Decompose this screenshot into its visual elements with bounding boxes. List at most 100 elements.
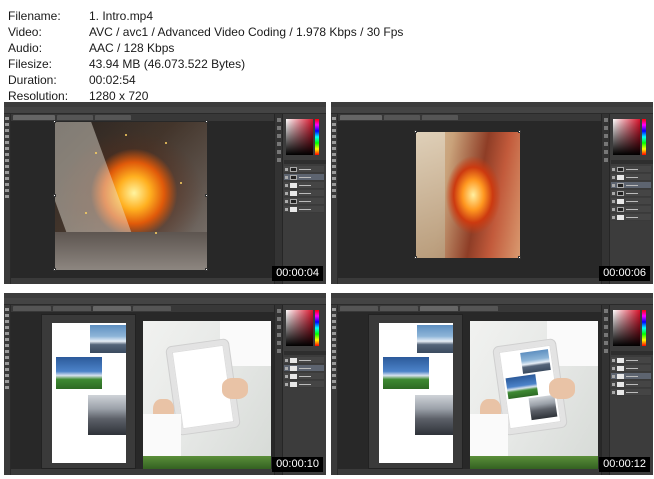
collage-image: [379, 323, 453, 463]
document-tabs: [338, 305, 601, 312]
layer-row[interactable]: [284, 381, 324, 388]
collage-window: [368, 314, 463, 469]
hue-slider[interactable]: [315, 310, 319, 346]
status-bar: [11, 469, 274, 475]
fire-wood-image: [416, 132, 520, 258]
document-tabs: [338, 114, 601, 121]
layer-row[interactable]: [611, 166, 651, 173]
layers-panel-tabs[interactable]: [284, 351, 326, 355]
document-tabs: [11, 305, 274, 312]
layers-panel-tabs[interactable]: [611, 160, 653, 164]
tablet-photo: [470, 321, 598, 471]
video-thumbnail[interactable]: 00:00:10: [4, 293, 326, 475]
hue-slider[interactable]: [642, 310, 646, 346]
tools-panel: [331, 305, 338, 475]
metadata-value: 00:02:54: [89, 73, 136, 87]
timestamp-badge: 00:00:04: [272, 266, 323, 281]
options-bar: [331, 107, 653, 114]
color-picker[interactable]: [286, 119, 313, 155]
layer-row[interactable]: [611, 381, 651, 388]
layer-row[interactable]: [611, 357, 651, 364]
transform-handle[interactable]: [518, 130, 521, 133]
options-bar: [4, 107, 326, 114]
layers-list: [611, 357, 651, 397]
rock-photo: [88, 395, 126, 435]
right-panels: [601, 305, 653, 475]
metadata-row-filename: Filename: 1. Intro.mp4: [8, 8, 403, 24]
video-thumbnail[interactable]: 00:00:12: [331, 293, 653, 475]
layers-list: [284, 166, 324, 214]
status-bar: [11, 278, 274, 284]
layer-row[interactable]: [284, 174, 324, 181]
timestamp-badge: 00:00:10: [272, 457, 323, 472]
tools-panel: [4, 305, 11, 475]
timestamp-badge: 00:00:12: [599, 457, 650, 472]
mountain-photo: [90, 325, 126, 353]
layer-row[interactable]: [611, 373, 651, 380]
layer-row[interactable]: [611, 182, 651, 189]
right-panels: [274, 305, 326, 475]
layer-row[interactable]: [611, 214, 651, 221]
hue-slider[interactable]: [642, 119, 646, 155]
right-panels: [601, 114, 653, 284]
layer-row[interactable]: [611, 389, 651, 396]
layer-row[interactable]: [611, 206, 651, 213]
transform-handle[interactable]: [205, 194, 208, 197]
layer-row[interactable]: [284, 166, 324, 173]
layer-row[interactable]: [284, 373, 324, 380]
layer-row[interactable]: [284, 198, 324, 205]
layers-list: [611, 166, 651, 222]
tools-panel: [331, 114, 338, 284]
layer-row[interactable]: [611, 365, 651, 372]
timestamp-badge: 00:00:06: [599, 266, 650, 281]
collage-image: [52, 323, 126, 463]
layer-row[interactable]: [611, 198, 651, 205]
video-thumbnail[interactable]: 00:00:04: [4, 102, 326, 284]
metadata-key: Filesize:: [8, 57, 53, 71]
color-picker[interactable]: [286, 310, 313, 346]
metadata-key: Audio:: [8, 41, 43, 55]
mountain-photo: [417, 325, 453, 353]
tools-panel: [4, 114, 11, 284]
transform-handle[interactable]: [205, 268, 208, 271]
collage-window: [41, 314, 136, 469]
metadata-value: 43.94 MB (46.073.522 Bytes): [89, 57, 246, 71]
tablet-photo: [143, 321, 271, 471]
transform-handle[interactable]: [205, 120, 208, 123]
metadata-row-duration: Duration: 00:02:54: [8, 72, 403, 88]
layers-panel-tabs[interactable]: [611, 351, 653, 355]
right-panels: [274, 114, 326, 284]
color-picker[interactable]: [613, 310, 640, 346]
layers-panel-tabs[interactable]: [284, 160, 326, 164]
rock-photo: [415, 395, 453, 435]
status-bar: [338, 278, 601, 284]
metadata-row-video: Video: AVC / avc1 / Advanced Video Codin…: [8, 24, 403, 40]
transform-handle[interactable]: [518, 256, 521, 259]
canvas-area: [338, 121, 601, 278]
canvas-area: [338, 312, 601, 471]
canvas-area: [11, 120, 274, 278]
layer-row[interactable]: [611, 174, 651, 181]
transform-handle[interactable]: [414, 256, 417, 259]
transform-handle[interactable]: [53, 194, 56, 197]
transform-handle[interactable]: [53, 120, 56, 123]
transform-handle[interactable]: [53, 268, 56, 271]
layer-row[interactable]: [611, 190, 651, 197]
video-metadata: Filename: 1. Intro.mp4 Video: AVC / avc1…: [8, 8, 403, 104]
color-picker[interactable]: [613, 119, 640, 155]
metadata-value: AAC / 128 Kbps: [89, 41, 175, 55]
layer-row[interactable]: [284, 206, 324, 213]
hue-slider[interactable]: [315, 119, 319, 155]
metadata-row-filesize: Filesize: 43.94 MB (46.073.522 Bytes): [8, 56, 403, 72]
meadow-photo: [383, 357, 429, 389]
layer-row[interactable]: [284, 190, 324, 197]
layer-row[interactable]: [284, 182, 324, 189]
transform-handle[interactable]: [414, 130, 417, 133]
meadow-photo: [56, 357, 102, 389]
metadata-row-audio: Audio: AAC / 128 Kbps: [8, 40, 403, 56]
layer-row[interactable]: [284, 365, 324, 372]
layer-row[interactable]: [284, 357, 324, 364]
options-bar: [331, 298, 653, 305]
video-thumbnail[interactable]: 00:00:06: [331, 102, 653, 284]
status-bar: [338, 469, 601, 475]
